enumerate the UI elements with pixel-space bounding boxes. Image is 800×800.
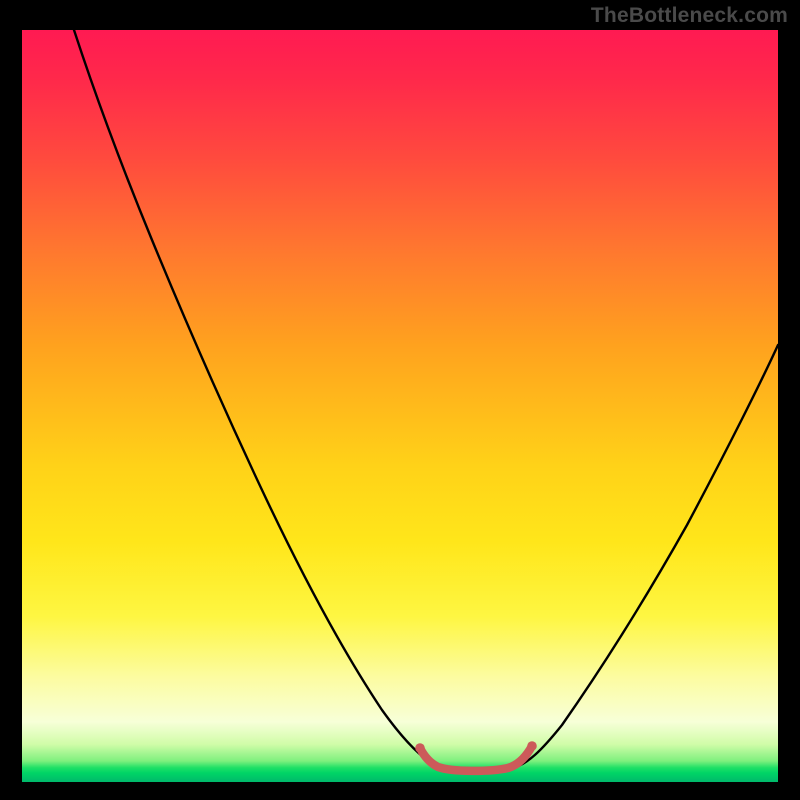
chart-frame: TheBottleneck.com [0,0,800,800]
chart-plot-area [22,30,778,782]
chart-overlay [22,30,778,782]
watermark-text: TheBottleneck.com [591,4,788,28]
optimal-zone-marker [415,741,537,771]
bottleneck-curve [74,30,778,770]
